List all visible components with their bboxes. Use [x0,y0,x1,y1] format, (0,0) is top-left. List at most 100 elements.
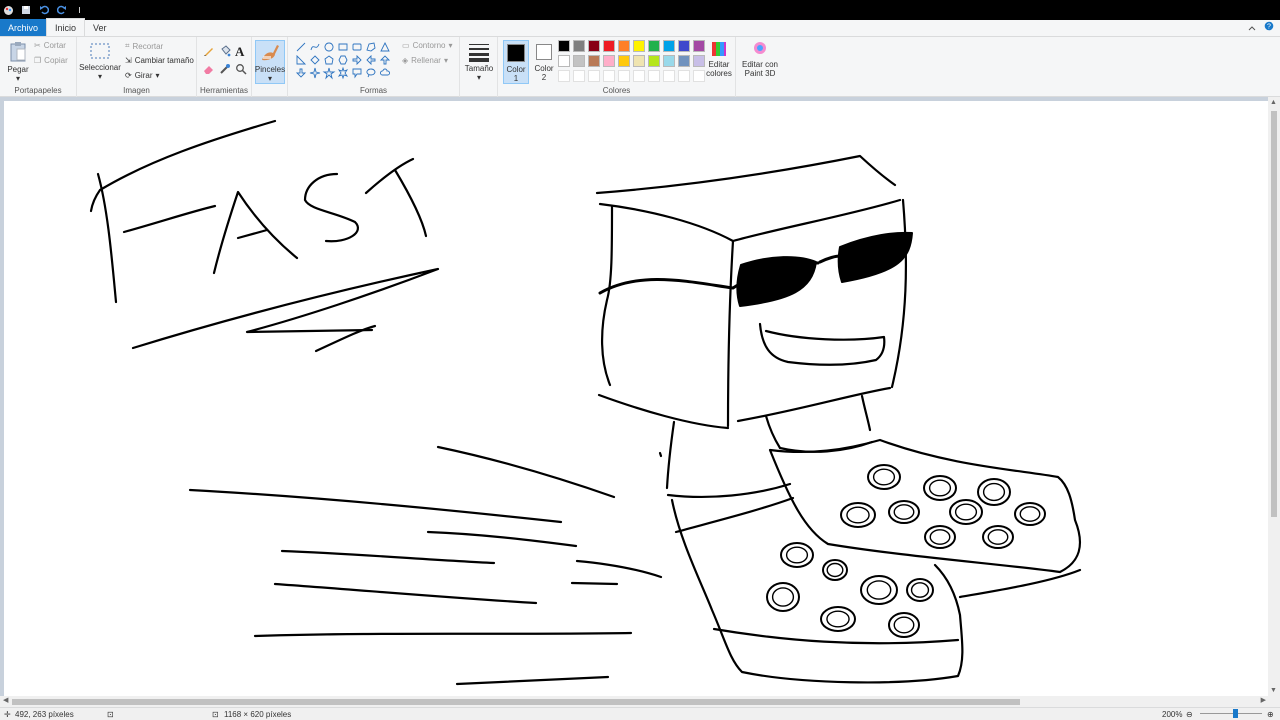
palette-swatch[interactable] [573,40,585,52]
copy-button[interactable]: ❐ Copiar [34,56,68,65]
palette-swatch[interactable] [558,40,570,52]
color-picker-icon[interactable] [219,63,231,78]
fill-dropdown-icon: ▾ [443,56,448,65]
palette-swatch[interactable] [588,40,600,52]
drawing-canvas[interactable] [4,101,1268,696]
vertical-scrollbar[interactable]: ▲ ▼ [1268,97,1280,696]
custom-color-slot[interactable] [573,70,585,82]
palette-swatch[interactable] [633,55,645,67]
eraser-icon[interactable] [203,63,215,78]
custom-color-slot[interactable] [678,70,690,82]
shape-five-point-star-icon[interactable] [322,67,336,80]
shape-up-arrow-icon[interactable] [379,55,391,65]
scroll-up-icon[interactable]: ▲ [1270,99,1277,106]
custom-color-slot[interactable] [603,70,615,82]
fill-button[interactable]: ◈ Rellenar ▾ [402,56,448,65]
shape-line-icon[interactable] [296,42,306,52]
horizontal-scrollbar[interactable]: ◀ ▶ [0,696,1280,707]
save-icon[interactable] [20,4,32,16]
palette-swatch[interactable] [558,55,570,67]
horizontal-scroll-thumb[interactable] [12,699,1020,705]
resize-button[interactable]: ⇲ Cambiar tamaño [125,56,194,65]
tab-home[interactable]: Inicio [46,18,86,36]
palette-swatch[interactable] [603,40,615,52]
color2-button[interactable]: Color 2 [533,40,555,82]
scroll-left-icon[interactable]: ◀ [3,696,8,704]
cursor-position-icon: ✛ [4,709,11,719]
shape-down-arrow-icon[interactable] [295,68,307,78]
fill-bucket-icon[interactable] [219,45,231,60]
text-tool-icon[interactable]: A [235,44,244,60]
shape-pentagon-icon[interactable] [324,55,334,65]
outline-icon: ▭ [402,41,410,50]
palette-swatch[interactable] [663,40,675,52]
zoom-level: 200% [1162,709,1183,719]
edit-colors-button[interactable]: Editar colores [702,40,736,78]
custom-color-slot[interactable] [648,70,660,82]
shape-oval-callout-icon[interactable] [366,68,376,78]
tab-view[interactable]: Ver [85,19,115,36]
collapse-ribbon-icon[interactable] [1248,22,1256,34]
shapes-gallery[interactable] [294,41,398,81]
scroll-down-icon[interactable]: ▼ [1270,687,1277,694]
zoom-in-icon[interactable]: ⊕ [1267,710,1274,719]
tab-file[interactable]: Archivo [0,19,47,36]
undo-icon[interactable] [38,4,50,16]
resize-label: Cambiar tamaño [134,56,194,65]
select-button[interactable]: Seleccionar ▾ [79,41,121,81]
zoom-slider[interactable] [1200,709,1262,718]
custom-color-slot[interactable] [558,70,570,82]
palette-swatch[interactable] [678,55,690,67]
custom-color-slot[interactable] [633,70,645,82]
cut-button[interactable]: ✂ Cortar [34,41,66,50]
palette-swatch[interactable] [618,40,630,52]
color1-button[interactable]: Color 1 [503,40,529,84]
custom-color-slot[interactable] [618,70,630,82]
shape-cloud-callout-icon[interactable] [380,68,390,76]
shape-rounded-callout-icon[interactable] [352,68,362,79]
paste-button[interactable]: Pegar ▾ [6,41,30,83]
shape-diamond-icon[interactable] [310,55,320,65]
paste-label: Pegar [7,65,29,74]
vertical-scroll-thumb[interactable] [1271,111,1277,517]
shape-oval-icon[interactable] [324,42,334,52]
custom-color-slot[interactable] [663,70,675,82]
zoom-slider-thumb[interactable] [1233,709,1238,718]
palette-swatch[interactable] [573,55,585,67]
shape-rounded-rectangle-icon[interactable] [352,43,362,51]
shape-six-point-star-icon[interactable] [337,66,349,80]
customize-toolbar-icon[interactable] [74,4,86,16]
shape-curve-icon[interactable] [310,43,320,51]
size-button[interactable]: Tamaño ▾ [464,42,494,82]
zoom-out-icon[interactable]: ⊖ [1186,710,1193,719]
shape-four-point-star-icon[interactable] [309,67,321,79]
shape-polygon-icon[interactable] [366,42,376,52]
palette-swatch[interactable] [648,40,660,52]
shape-rectangle-icon[interactable] [338,43,348,51]
scroll-right-icon[interactable]: ▶ [1261,696,1266,704]
custom-color-slot[interactable] [588,70,600,82]
outline-button[interactable]: ▭ Contorno ▾ [402,41,453,50]
magnifier-icon[interactable] [235,63,247,78]
shape-right-triangle-icon[interactable] [296,54,307,65]
paint3d-button[interactable]: Editar con Paint 3D [739,40,781,78]
shape-hexagon-icon[interactable] [338,55,348,65]
palette-swatch[interactable] [663,55,675,67]
shape-right-arrow-icon[interactable] [352,54,362,66]
palette-swatch[interactable] [618,55,630,67]
redo-icon[interactable] [56,4,68,16]
palette-swatch[interactable] [633,40,645,52]
shape-left-arrow-icon[interactable] [366,54,376,66]
help-icon[interactable]: ? [1264,21,1274,34]
brushes-button[interactable]: Pinceles ▾ [255,40,285,84]
rotate-button[interactable]: ⟳ Girar ▾ [125,71,160,80]
palette-swatch[interactable] [603,55,615,67]
shape-triangle-icon[interactable] [380,41,390,52]
line-width-icon [468,42,490,64]
paint3d-label: Editar con Paint 3D [741,60,779,78]
crop-button[interactable]: ⌗ Recortar [125,41,163,51]
palette-swatch[interactable] [678,40,690,52]
pencil-icon[interactable] [203,45,215,60]
palette-swatch[interactable] [648,55,660,67]
palette-swatch[interactable] [588,55,600,67]
